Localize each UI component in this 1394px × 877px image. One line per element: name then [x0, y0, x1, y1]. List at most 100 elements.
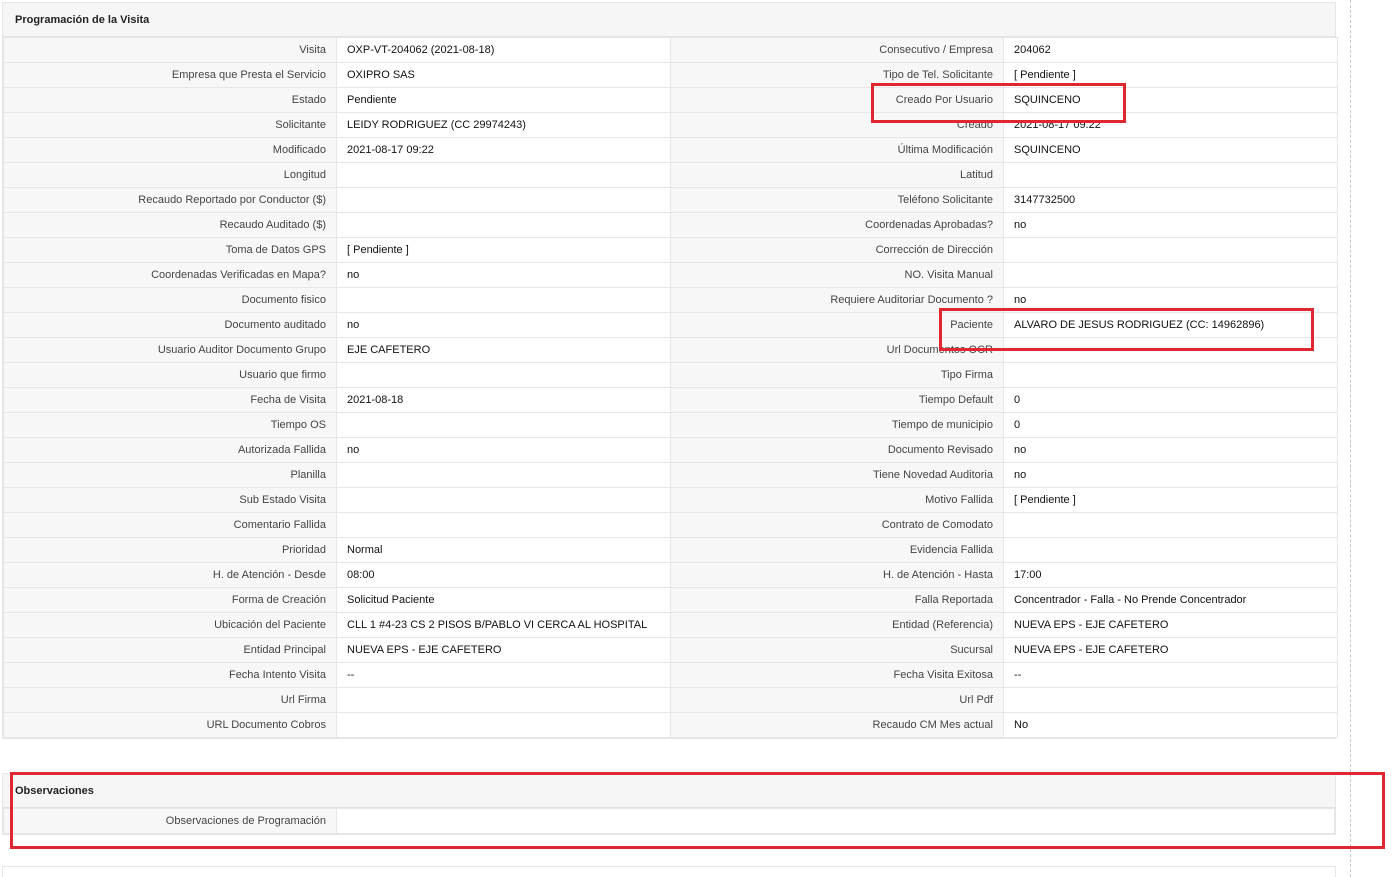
page: Programación de la Visita Visita OXP-VT-2…: [0, 0, 1394, 877]
creado-value: 2021-08-17 09:22: [1003, 112, 1338, 138]
entidad-principal-label: Entidad Principal: [3, 637, 337, 663]
table-row: Planilla Tiene Novedad Auditoria no: [3, 462, 1338, 488]
ubicacion-del-paciente-value: CLL 1 #4-23 CS 2 PISOS B/PABLO VI CERCA …: [336, 612, 671, 638]
recaudo-auditado-value: [336, 212, 671, 238]
empresa-que-presta-el-servicio-value: OXIPRO SAS: [336, 62, 671, 88]
tiempo-os-value: [336, 412, 671, 438]
next-panel: [2, 866, 1336, 877]
table-row: Entidad Principal NUEVA EPS - EJE CAFETER…: [3, 637, 1338, 663]
evidencia-fallida-label: Evidencia Fallida: [670, 537, 1004, 563]
tiempo-de-municipio-label: Tiempo de municipio: [670, 412, 1004, 438]
url-documento-cobros-value: [336, 712, 671, 738]
visit-details-body: Visita OXP-VT-204062 (2021-08-18) Consecut…: [3, 37, 1338, 738]
fecha-de-visita-value: 2021-08-18: [336, 387, 671, 413]
table-row: Ubicación del Paciente CLL 1 #4-23 CS 2 P…: [3, 612, 1338, 638]
table-row: Fecha de Visita 2021-08-18 Tiempo Default…: [3, 387, 1338, 413]
coordenadas-verificadas-en-mapa-value: no: [336, 262, 671, 288]
panel-title: Observaciones: [3, 774, 1335, 808]
table-row: Comentario Fallida Contrato de Comodato: [3, 512, 1338, 538]
programacion-panel: Programación de la Visita Visita OXP-VT-2…: [2, 2, 1338, 739]
table-row: Fecha Intento Visita -- Fecha Visita Exit…: [3, 662, 1338, 688]
table-row: Recaudo Auditado ($) Coordenadas Aprobada…: [3, 212, 1338, 238]
url-documentos-ocr-label: Url Documentos OCR: [670, 337, 1004, 363]
empresa-que-presta-el-servicio-label: Empresa que Presta el Servicio: [3, 62, 337, 88]
creado-label: Creado: [670, 112, 1004, 138]
panel-title: Programación de la Visita: [3, 3, 1335, 37]
documento-auditado-label: Documento auditado: [3, 312, 337, 338]
table-row: Url Firma Url Pdf: [3, 687, 1338, 713]
observaciones-panel: Observaciones Observaciones de Programac…: [2, 773, 1336, 835]
url-pdf-value: [1003, 687, 1338, 713]
usuario-que-firmo-value: [336, 362, 671, 388]
comentario-fallida-value: [336, 512, 671, 538]
falla-reportada-label: Falla Reportada: [670, 587, 1004, 613]
url-documento-cobros-label: URL Documento Cobros: [3, 712, 337, 738]
latitud-label: Latitud: [670, 162, 1004, 188]
coordenadas-verificadas-en-mapa-label: Coordenadas Verificadas en Mapa?: [3, 262, 337, 288]
latitud-value: [1003, 162, 1338, 188]
observaciones-table: Observaciones de Programación: [3, 808, 1335, 834]
table-row: Toma de Datos GPS[ Pendiente ] Corrección…: [3, 237, 1338, 263]
evidencia-fallida-value: [1003, 537, 1338, 563]
toma-de-datos-gps-label: Toma de Datos GPS: [3, 237, 337, 263]
solicitante-label: Solicitante: [3, 112, 337, 138]
recaudo-reportado-por-conductor-value: [336, 187, 671, 213]
table-row: Visita OXP-VT-204062 (2021-08-18) Consecut…: [3, 37, 1338, 63]
fecha-de-visita-label: Fecha de Visita: [3, 387, 337, 413]
correccion-de-direccion-label: Corrección de Dirección: [670, 237, 1004, 263]
dashed-guide-line: [1350, 0, 1351, 877]
observaciones-de-programacion-value: [336, 808, 1335, 834]
documento-fisico-label: Documento fisico: [3, 287, 337, 313]
h-de-atencion-hasta-value: 17:00: [1003, 562, 1338, 588]
table-row: Sub Estado Visita Motivo Fallida[ Pendien…: [3, 487, 1338, 513]
fecha-visita-exitosa-value: --: [1003, 662, 1338, 688]
recaudo-cm-mes-actual-label: Recaudo CM Mes actual: [670, 712, 1004, 738]
forma-de-creacion-label: Forma de Creación: [3, 587, 337, 613]
longitud-value: [336, 162, 671, 188]
forma-de-creacion-value: Solicitud Paciente: [336, 587, 671, 613]
visit-details-table: Visita OXP-VT-204062 (2021-08-18) Consecut…: [3, 37, 1338, 738]
table-row: Coordenadas Verificadas en Mapa? no NO. V…: [3, 262, 1338, 288]
falla-reportada-value: Concentrador - Falla - No Prende Concent…: [1003, 587, 1338, 613]
creado-por-usuario-label: Creado Por Usuario: [670, 87, 1004, 113]
url-firma-value: [336, 687, 671, 713]
coordenadas-aprobadas-label: Coordenadas Aprobadas?: [670, 212, 1004, 238]
fecha-visita-exitosa-label: Fecha Visita Exitosa: [670, 662, 1004, 688]
motivo-fallida-value: [ Pendiente ]: [1003, 487, 1338, 513]
ultima-modificacion-value: SQUINCENO: [1003, 137, 1338, 163]
documento-revisado-value: no: [1003, 437, 1338, 463]
telefono-solicitante-label: Teléfono Solicitante: [670, 187, 1004, 213]
toma-de-datos-gps-value: [ Pendiente ]: [336, 237, 671, 263]
recaudo-cm-mes-actual-value: No: [1003, 712, 1338, 738]
table-row: Prioridad Normal Evidencia Fallida: [3, 537, 1338, 563]
recaudo-auditado-label: Recaudo Auditado ($): [3, 212, 337, 238]
fecha-intento-visita-label: Fecha Intento Visita: [3, 662, 337, 688]
url-pdf-label: Url Pdf: [670, 687, 1004, 713]
observaciones-de-programacion-label: Observaciones de Programación: [3, 808, 337, 834]
tipo-de-tel-solicitante-value: [ Pendiente ]: [1003, 62, 1338, 88]
estado-value: Pendiente: [336, 87, 671, 113]
observaciones-body: Observaciones de Programación: [3, 808, 1335, 834]
table-row: Documento fisico Requiere Auditoriar Docu…: [3, 287, 1338, 313]
table-row: Empresa que Presta el Servicio OXIPRO SAS…: [3, 62, 1338, 88]
h-de-atencion-desde-value: 08:00: [336, 562, 671, 588]
table-row: Modificado 2021-08-17 09:22 Última Modific…: [3, 137, 1338, 163]
entidad-principal-value: NUEVA EPS - EJE CAFETERO: [336, 637, 671, 663]
sucursal-value: NUEVA EPS - EJE CAFETERO: [1003, 637, 1338, 663]
paciente-label: Paciente: [670, 312, 1004, 338]
modificado-value: 2021-08-17 09:22: [336, 137, 671, 163]
consecutivo-empresa-label: Consecutivo / Empresa: [670, 37, 1004, 63]
visita-value: OXP-VT-204062 (2021-08-18): [336, 37, 671, 63]
tiempo-de-municipio-value: 0: [1003, 412, 1338, 438]
paciente-value: ALVARO DE JESUS RODRIGUEZ (CC: 14962896): [1003, 312, 1338, 338]
sucursal-label: Sucursal: [670, 637, 1004, 663]
table-row: H. de Atención - Desde 08:00 H. de Atenció…: [3, 562, 1338, 588]
usuario-auditor-documento-grupo-label: Usuario Auditor Documento Grupo: [3, 337, 337, 363]
tiempo-default-label: Tiempo Default: [670, 387, 1004, 413]
h-de-atencion-hasta-label: H. de Atención - Hasta: [670, 562, 1004, 588]
motivo-fallida-label: Motivo Fallida: [670, 487, 1004, 513]
recaudo-reportado-por-conductor-label: Recaudo Reportado por Conductor ($): [3, 187, 337, 213]
estado-label: Estado: [3, 87, 337, 113]
prioridad-value: Normal: [336, 537, 671, 563]
telefono-solicitante-value: 3147732500: [1003, 187, 1338, 213]
